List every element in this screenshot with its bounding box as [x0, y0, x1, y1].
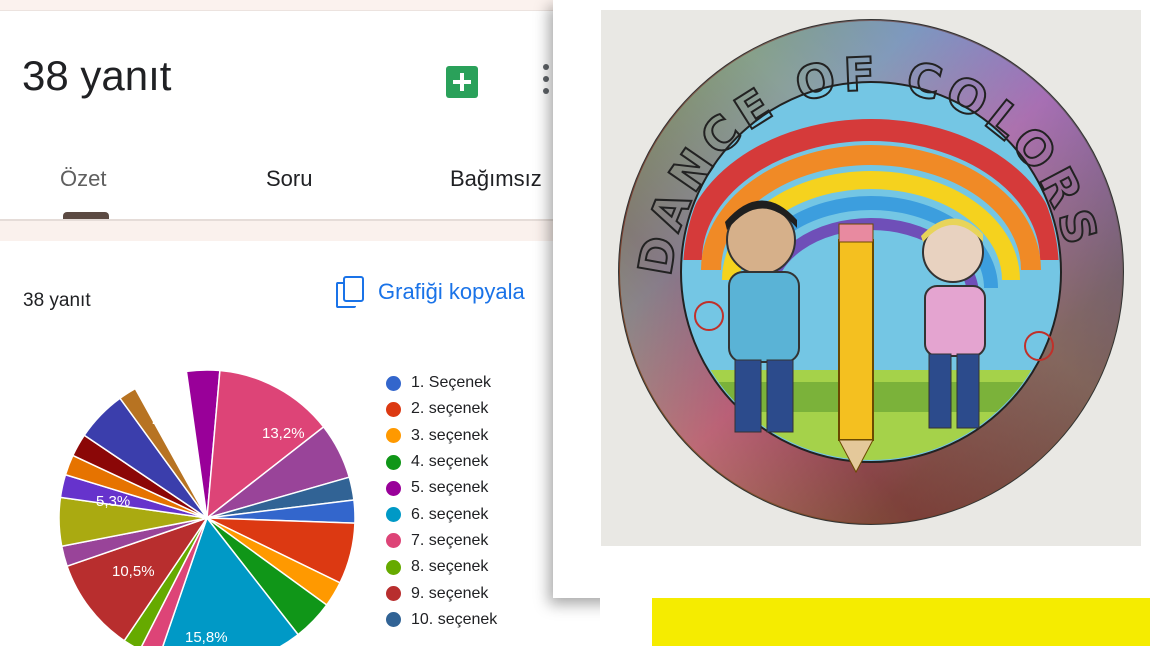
legend-label: 8. seçenek: [411, 558, 489, 576]
copy-icon: [334, 276, 364, 308]
legend-swatch: [386, 454, 401, 470]
legend-swatch: [386, 401, 401, 417]
tab-individual[interactable]: Bağımsız: [450, 166, 542, 192]
section-band: [0, 221, 600, 241]
pie-data-label: 13,2%: [262, 425, 305, 442]
legend-item: 6. seçenek: [386, 501, 497, 527]
yellow-panel: [652, 598, 1150, 646]
more-vert-icon[interactable]: [538, 62, 554, 96]
legend-label: 10. seçenek: [411, 610, 498, 628]
copy-chart-button[interactable]: Grafiği kopyala: [334, 274, 525, 310]
tab-question[interactable]: Soru: [266, 166, 312, 192]
active-tab-indicator: [63, 212, 109, 219]
top-strip: [0, 0, 600, 11]
legend-item: 1. Seçenek: [386, 370, 497, 396]
legend-label: 6. seçenek: [411, 505, 489, 523]
legend-label: 5. seçenek: [411, 479, 489, 497]
photo-card: DANCE OF COLORS: [553, 0, 1150, 598]
legend-label: 1. Seçenek: [411, 374, 492, 392]
dance-of-colors-drawing: DANCE OF COLORS: [601, 10, 1141, 546]
legend-swatch: [386, 559, 401, 575]
legend-swatch: [386, 612, 401, 628]
legend-item: 3. seçenek: [386, 423, 497, 449]
pie-data-label: 5,3%: [96, 493, 130, 510]
tab-summary[interactable]: Özet: [60, 166, 106, 192]
pie-chart: 13,2% 15,8% 10,5% 5,3% 7,9%: [58, 369, 356, 646]
legend-swatch: [386, 480, 401, 496]
page-title: 38 yanıt: [22, 52, 172, 99]
legend-item: 8. seçenek: [386, 554, 497, 580]
legend-item: 4. seçenek: [386, 449, 497, 475]
legend-item: 10. seçenek: [386, 607, 497, 633]
legend-item: 5. seçenek: [386, 475, 497, 501]
legend-swatch: [386, 375, 401, 391]
legend-swatch: [386, 507, 401, 523]
legend-swatch: [386, 586, 401, 602]
legend-item: 9. seçenek: [386, 580, 497, 606]
legend-swatch: [386, 428, 401, 444]
legend-label: 9. seçenek: [411, 584, 489, 602]
pie-data-label: 15,8%: [185, 629, 228, 646]
pie-data-label: 7,9%: [150, 411, 184, 428]
google-sheets-icon[interactable]: [446, 66, 478, 98]
legend-label: 3. seçenek: [411, 426, 489, 444]
copy-chart-label: Grafiği kopyala: [378, 279, 525, 304]
pie-data-label: 10,5%: [112, 563, 155, 580]
chart-legend: 1. Seçenek 2. seçenek 3. seçenek 4. seçenek…: [386, 370, 497, 633]
legend-item: 2. seçenek: [386, 396, 497, 422]
photo-card-bottom: [600, 598, 652, 646]
legend-label: 4. seçenek: [411, 453, 489, 471]
legend-label: 2. seçenek: [411, 400, 489, 418]
response-count: 38 yanıt: [23, 290, 91, 311]
legend-label: 7. seçenek: [411, 531, 489, 549]
legend-swatch: [386, 533, 401, 549]
pencil: [838, 223, 874, 474]
legend-item: 7. seçenek: [386, 528, 497, 554]
forms-summary-panel: 38 yanıt Özet Soru Bağımsız 38 yanıt Gra…: [0, 0, 600, 646]
